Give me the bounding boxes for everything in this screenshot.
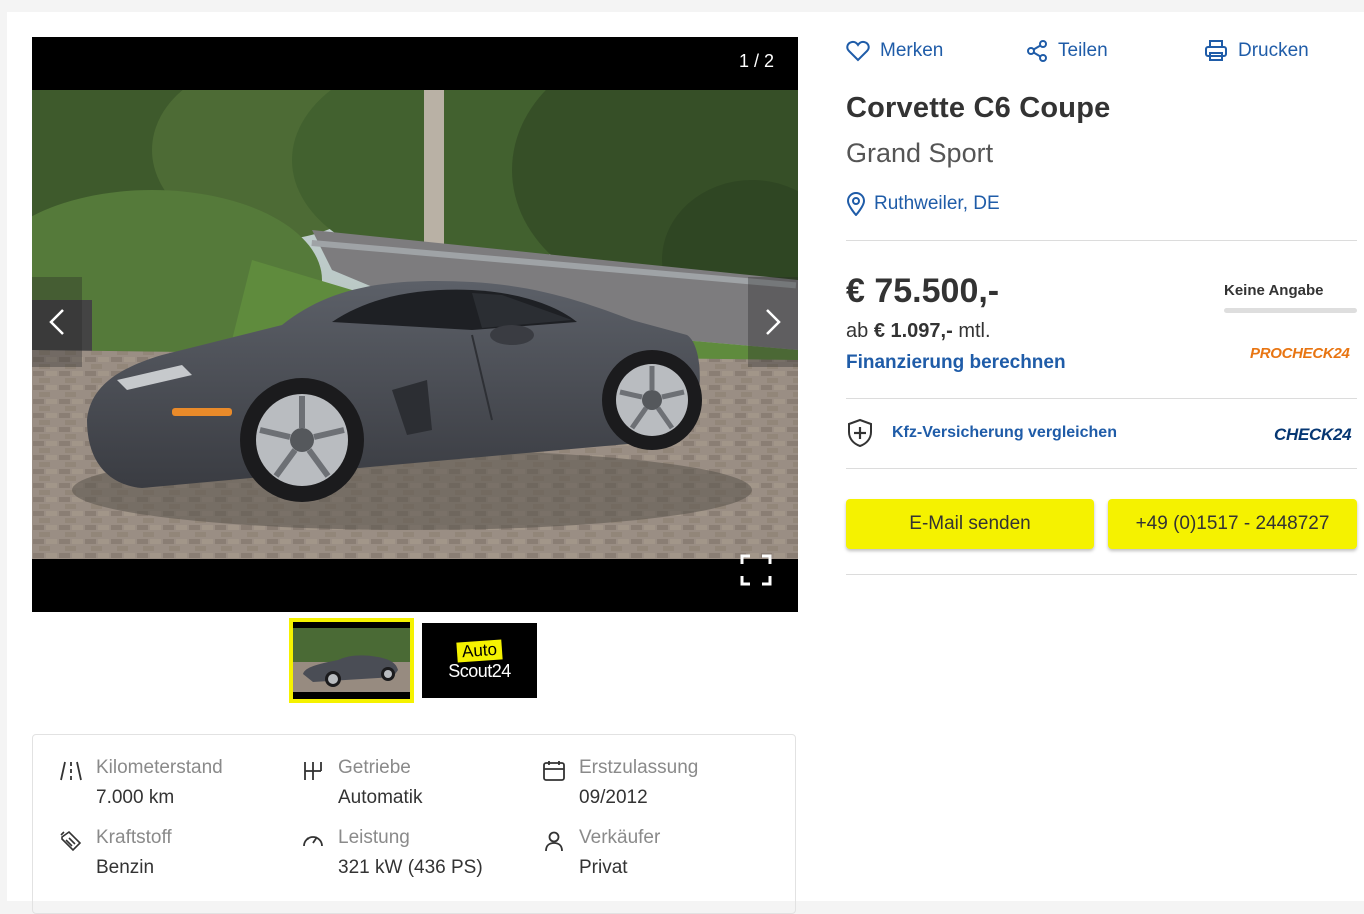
phone-button[interactable]: +49 (0)1517 - 2448727 bbox=[1108, 499, 1357, 549]
divider bbox=[846, 574, 1357, 575]
image-gallery[interactable]: 1 / 2 bbox=[32, 37, 798, 612]
spec-value: 7.000 km bbox=[96, 787, 175, 808]
logo-text-auto: Auto bbox=[456, 638, 503, 663]
divider bbox=[846, 240, 1357, 241]
divider bbox=[846, 398, 1357, 399]
spec-value: Benzin bbox=[96, 857, 155, 878]
spec-value: 321 kW (436 PS) bbox=[338, 857, 483, 878]
print-button[interactable]: Drucken bbox=[1204, 40, 1309, 62]
spec-registration: Erstzulassung 09/2012 bbox=[542, 757, 772, 817]
share-button[interactable]: Teilen bbox=[1026, 40, 1108, 62]
check24-logo: CHECK24 bbox=[1274, 425, 1352, 444]
heart-icon bbox=[846, 40, 870, 62]
monthly-amount: € 1.097,- bbox=[873, 320, 953, 342]
divider bbox=[846, 468, 1357, 469]
insurance-link-text: Kfz-Versicherung vergleichen bbox=[892, 424, 1117, 441]
vehicle-specs-card: Kilometerstand 7.000 km Getriebe Automat… bbox=[32, 734, 796, 914]
image-counter: 1 / 2 bbox=[738, 51, 774, 71]
share-label: Teilen bbox=[1058, 40, 1108, 61]
printer-icon bbox=[1205, 40, 1227, 61]
thumbnail-car-photo[interactable] bbox=[289, 618, 414, 703]
spec-label: Verkäufer bbox=[579, 827, 661, 848]
monthly-suffix: mtl. bbox=[958, 320, 991, 342]
fullscreen-icon bbox=[740, 554, 772, 586]
monthly-prefix: ab bbox=[846, 320, 869, 342]
save-label: Merken bbox=[880, 40, 944, 61]
listing-title: Corvette C6 Coupe bbox=[846, 92, 1111, 124]
previous-image-button[interactable] bbox=[32, 277, 82, 367]
thumbnail-autoscout24-logo[interactable]: Auto Scout24 bbox=[422, 623, 537, 698]
spec-value: Automatik bbox=[338, 787, 423, 808]
print-label: Drucken bbox=[1238, 40, 1309, 61]
spec-label: Kraftstoff bbox=[96, 827, 172, 848]
location-link[interactable]: Ruthweiler, DE bbox=[846, 192, 1000, 216]
logo-text-scout24: Scout24 bbox=[448, 660, 511, 681]
listing-page: 1 / 2 Auto Scout24 Kilometerstand 7.000 … bbox=[7, 12, 1364, 914]
procheck24-logo: PROCHECK24 bbox=[1250, 345, 1350, 362]
spec-fuel: Kraftstoff Benzin bbox=[59, 827, 289, 887]
spec-power: Leistung 321 kW (436 PS) bbox=[301, 827, 531, 887]
spec-value: Privat bbox=[579, 857, 628, 878]
gearbox-icon bbox=[304, 762, 322, 780]
location-pin-icon bbox=[846, 192, 866, 216]
spec-seller: Verkäufer Privat bbox=[542, 827, 772, 887]
email-button[interactable]: E-Mail senden bbox=[846, 499, 1094, 549]
spec-label: Kilometerstand bbox=[96, 757, 223, 778]
price: € 75.500,- bbox=[846, 272, 1000, 310]
person-icon bbox=[545, 831, 563, 852]
next-image-button[interactable] bbox=[748, 277, 798, 367]
insurance-compare-link[interactable]: Kfz-Versicherung vergleichen bbox=[846, 418, 1117, 448]
main-car-photo[interactable] bbox=[32, 90, 798, 559]
save-button[interactable]: Merken bbox=[846, 40, 943, 62]
chevron-right-icon bbox=[766, 309, 781, 335]
road-icon bbox=[60, 761, 82, 781]
price-rating-label: Keine Angabe bbox=[1224, 282, 1324, 299]
speedometer-icon bbox=[303, 836, 323, 847]
spec-label: Leistung bbox=[338, 827, 410, 848]
location-text: Ruthweiler, DE bbox=[874, 193, 1000, 214]
calendar-icon bbox=[543, 761, 565, 781]
thumbnail-strip: Auto Scout24 bbox=[289, 618, 537, 703]
spec-mileage: Kilometerstand 7.000 km bbox=[59, 757, 289, 817]
shield-plus-icon bbox=[848, 418, 872, 448]
price-rating-bar bbox=[1224, 308, 1357, 313]
fuel-icon bbox=[60, 830, 82, 852]
fullscreen-button[interactable] bbox=[740, 554, 772, 586]
chevron-left-icon bbox=[49, 309, 64, 335]
listing-subtitle: Grand Sport bbox=[846, 138, 994, 168]
share-icon bbox=[1027, 40, 1047, 62]
spec-label: Erstzulassung bbox=[579, 757, 699, 778]
finance-calculator-link[interactable]: Finanzierung berechnen bbox=[846, 352, 1066, 374]
listing-actions: Merken Teilen Drucken bbox=[846, 40, 1356, 70]
spec-value: 09/2012 bbox=[579, 787, 648, 808]
spec-transmission: Getriebe Automatik bbox=[301, 757, 531, 817]
monthly-rate: ab € 1.097,- mtl. bbox=[846, 320, 991, 343]
spec-label: Getriebe bbox=[338, 757, 411, 778]
